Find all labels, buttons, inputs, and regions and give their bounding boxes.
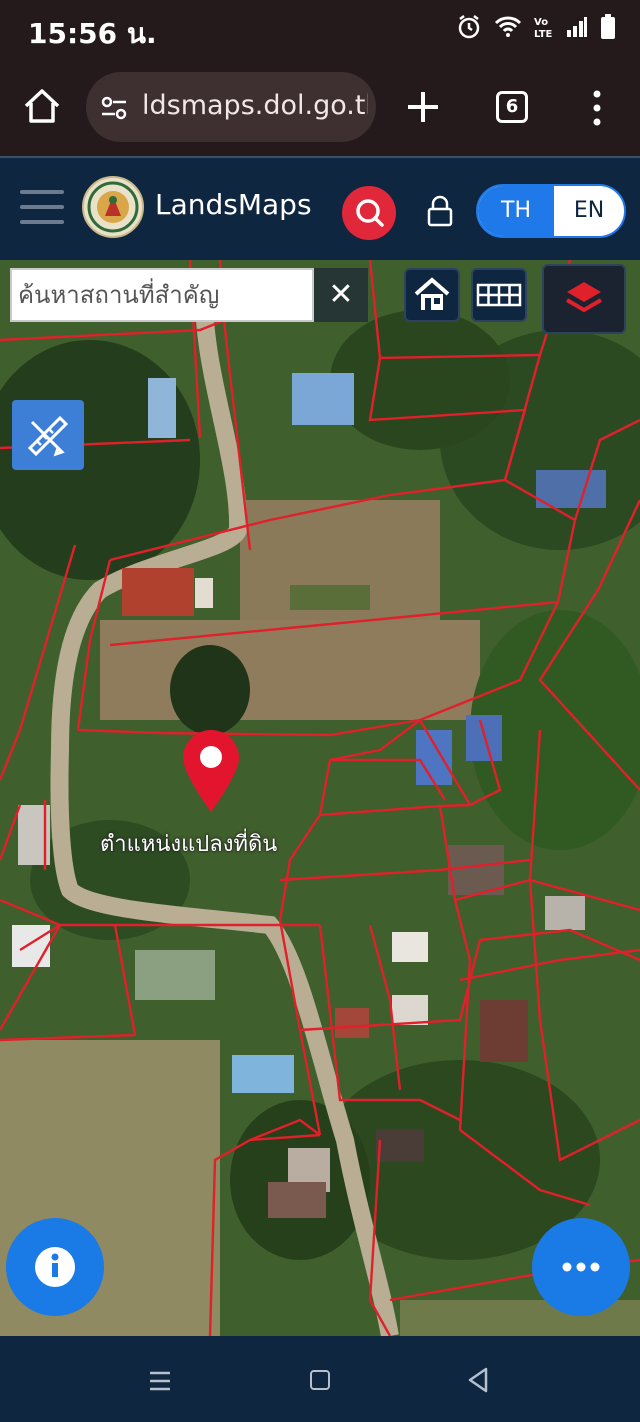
pin-label: ตำแหน่งแปลงที่ดิน [100,832,278,857]
location-pin-icon[interactable] [180,728,242,814]
volte-icon: VoLTE [534,17,553,39]
search-button[interactable] [342,186,396,240]
system-nav-bar [0,1336,640,1422]
more-options-button[interactable] [532,1218,630,1316]
browser-toolbar: ldsmaps.dol.go.th 6 [0,60,640,156]
back-icon[interactable] [466,1366,490,1394]
wifi-icon [494,16,522,37]
signal-icon [567,17,587,37]
satellite-imagery [0,260,640,1336]
place-search-input[interactable] [12,270,312,320]
seal-icon [87,181,139,233]
lang-th-option[interactable]: TH [478,186,554,236]
layers-icon [565,282,603,313]
hamburger-menu-icon[interactable] [20,190,64,224]
status-bar: 15:56 น. Vo LTE [0,0,640,60]
grid-icon [476,283,522,307]
battery-icon [601,14,615,39]
ruler-pencil-icon [27,415,69,457]
home-icon[interactable] [310,1370,330,1390]
lock-icon[interactable] [425,194,455,228]
alarm-icon [458,15,480,39]
site-settings-icon[interactable] [100,94,128,122]
more-dots-icon [562,1262,600,1272]
recent-apps-icon[interactable] [148,1370,172,1392]
status-icons: Vo LTE [456,14,616,40]
home-icon [414,277,450,310]
app-header: LandsMaps TH EN [0,156,640,260]
place-search-box[interactable] [10,268,314,322]
tab-switcher-button[interactable]: 6 [496,91,528,123]
clear-search-button[interactable]: ✕ [314,268,368,322]
url-text[interactable]: ldsmaps.dol.go.th [142,90,368,121]
browser-menu-icon[interactable] [586,88,608,128]
language-toggle[interactable]: TH EN [476,184,626,238]
department-logo [82,176,144,238]
address-bar[interactable]: ldsmaps.dol.go.th [86,72,376,142]
svg-text:LTE: LTE [534,29,553,39]
map-grid-button[interactable] [471,268,527,322]
app-title: LandsMaps [155,188,312,221]
info-button[interactable] [6,1218,104,1316]
search-icon [356,199,384,227]
svg-text:Vo: Vo [534,17,548,28]
new-tab-icon[interactable] [402,86,444,128]
browser-home-icon[interactable] [22,86,62,126]
info-icon [35,1247,75,1287]
measure-tool-button[interactable] [12,400,84,470]
map-layers-button[interactable] [542,264,626,334]
map-home-button[interactable] [404,268,460,322]
status-time: 15:56 น. [28,17,157,50]
map-canvas[interactable]: ✕ ตำแหน่งแปลงที่ดิน [0,260,640,1336]
lang-en-option[interactable]: EN [554,186,624,236]
